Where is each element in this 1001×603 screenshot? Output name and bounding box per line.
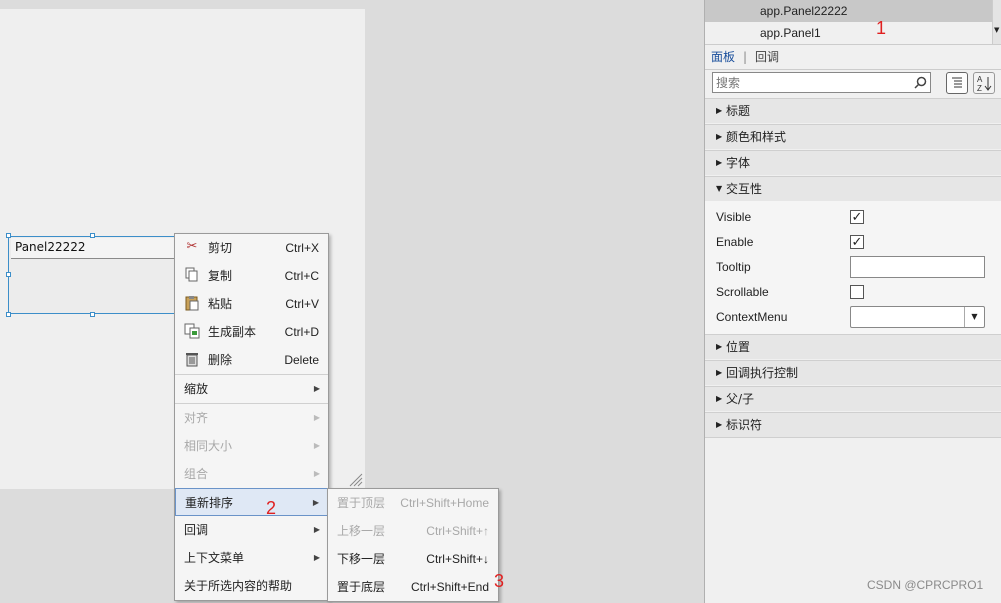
collapse-arrow-icon: ▼ [716, 184, 723, 193]
reorder-submenu: 置于顶层 Ctrl+Shift+Home 上移一层 Ctrl+Shift+↑ 下… [327, 488, 499, 602]
annotation-1: 1 [876, 18, 887, 38]
tab-separator: | [743, 50, 748, 64]
annotation-2: 2 [266, 498, 277, 518]
submenu-arrow-icon: ▶ [313, 469, 320, 478]
trash-icon [184, 351, 200, 367]
expand-arrow-icon: ▶ [716, 106, 723, 115]
selected-panel-component[interactable]: Panel22222 [8, 236, 178, 314]
watermark: CSDN @CPRCPRO1 [867, 578, 984, 592]
inspector-tabs: 面板 | 回调 [705, 44, 1001, 70]
section-callback-execution[interactable]: ▶ 回调执行控制 [705, 360, 1001, 385]
expand-arrow-icon: ▶ [716, 158, 723, 167]
search-icon [914, 76, 927, 89]
menu-item-help[interactable]: 关于所选内容的帮助 [175, 572, 328, 600]
svg-text:Z: Z [977, 84, 982, 93]
section-identifier[interactable]: ▶ 标识符 [705, 412, 1001, 438]
list-grouped-icon [952, 77, 962, 88]
submenu-item-send-to-back[interactable]: 置于底层 Ctrl+Shift+End [328, 573, 498, 601]
submenu-arrow-icon: ▶ [312, 498, 319, 507]
copy-icon [184, 267, 200, 283]
menu-item-zoom[interactable]: 缩放 ▶ [175, 375, 328, 403]
menu-item-duplicate[interactable]: 生成副本 Ctrl+D [175, 318, 328, 346]
resize-handle[interactable] [6, 312, 11, 317]
menu-item-callback[interactable]: 回调 ▶ [175, 516, 328, 544]
submenu-arrow-icon: ▶ [313, 413, 320, 422]
submenu-arrow-icon: ▶ [313, 553, 320, 562]
expand-arrow-icon: ▶ [716, 132, 723, 141]
submenu-item-bring-to-front: 置于顶层 Ctrl+Shift+Home [337, 496, 489, 510]
submenu-item-bring-forward: 上移一层 Ctrl+Shift+↑ [337, 524, 489, 538]
resize-handle[interactable] [6, 233, 11, 238]
expand-arrow-icon: ▶ [716, 394, 723, 403]
submenu-arrow-icon: ▶ [313, 441, 320, 450]
expand-arrow-icon: ▶ [716, 342, 723, 351]
sort-az-button[interactable]: AZ [973, 72, 995, 94]
resize-handle[interactable] [6, 272, 11, 277]
scissors-icon: ✂ [186, 239, 198, 254]
menu-item-group: 组合 ▶ [175, 460, 328, 488]
section-font[interactable]: ▶ 字体 [705, 150, 1001, 175]
chevron-down-icon[interactable]: ▼ [964, 307, 984, 327]
scroll-down-arrow-icon[interactable]: ▼ [994, 26, 999, 34]
menu-item-same-size: 相同大小 ▶ [175, 432, 328, 460]
interactivity-properties: Visible ✓ Enable ✓ Tooltip Scrollable Co… [705, 201, 1001, 334]
tree-scrollbar[interactable]: ▼ [992, 0, 1001, 44]
duplicate-icon [184, 323, 200, 339]
menu-item-copy[interactable]: 复制 Ctrl+C [175, 262, 328, 290]
menu-item-paste[interactable]: 粘贴 Ctrl+V [175, 290, 328, 318]
component-inspector: app.Panel22222 app.Panel1 ▼ 面板 | 回调 AZ ▶… [704, 0, 1001, 603]
scrollable-checkbox[interactable] [850, 285, 864, 299]
tree-item-panel1[interactable]: app.Panel1 [705, 22, 997, 44]
contextmenu-dropdown[interactable]: ▼ [850, 306, 985, 328]
submenu-arrow-icon: ▶ [313, 384, 320, 393]
section-position[interactable]: ▶ 位置 [705, 334, 1001, 359]
menu-item-context-menu[interactable]: 上下文菜单 ▶ [175, 544, 328, 572]
menu-item-delete[interactable]: 删除 Delete [175, 346, 328, 374]
search-input[interactable] [716, 74, 906, 91]
expand-arrow-icon: ▶ [716, 420, 723, 429]
search-box[interactable] [712, 72, 931, 93]
menu-item-align: 对齐 ▶ [175, 404, 328, 432]
tab-callback[interactable]: 回调 [755, 45, 779, 69]
tab-panel[interactable]: 面板 [711, 45, 735, 69]
annotation-3: 3 [494, 571, 505, 591]
section-interactivity[interactable]: ▼ 交互性 [705, 176, 1001, 201]
section-color-style[interactable]: ▶ 颜色和样式 [705, 124, 1001, 149]
grouped-view-button[interactable] [946, 72, 968, 94]
resize-handle[interactable] [90, 233, 95, 238]
panel-title: Panel22222 [11, 238, 175, 259]
tree-item-panel22222[interactable]: app.Panel22222 [705, 0, 997, 22]
menu-item-cut[interactable]: ✂ 剪切 Ctrl+X [175, 234, 328, 262]
visible-checkbox[interactable]: ✓ [850, 210, 864, 224]
section-parent-child[interactable]: ▶ 父/子 [705, 386, 1001, 411]
sort-az-icon: AZ [977, 75, 992, 93]
submenu-arrow-icon: ▶ [313, 525, 320, 534]
section-title[interactable]: ▶ 标题 [705, 98, 1001, 123]
tooltip-input[interactable] [850, 256, 985, 278]
enable-checkbox[interactable]: ✓ [850, 235, 864, 249]
expand-arrow-icon: ▶ [716, 368, 723, 377]
resize-handle[interactable] [90, 312, 95, 317]
submenu-item-send-backward[interactable]: 下移一层 Ctrl+Shift+↓ [328, 545, 498, 573]
svg-text:A: A [977, 75, 983, 84]
resize-grip-icon[interactable] [349, 473, 363, 487]
menu-item-reorder[interactable]: 重新排序 ▶ [175, 488, 328, 516]
context-menu: ✂ 剪切 Ctrl+X 复制 Ctrl+C 粘贴 Ctrl+V 生成副本 Ctr… [174, 233, 329, 601]
paste-icon [184, 295, 200, 311]
